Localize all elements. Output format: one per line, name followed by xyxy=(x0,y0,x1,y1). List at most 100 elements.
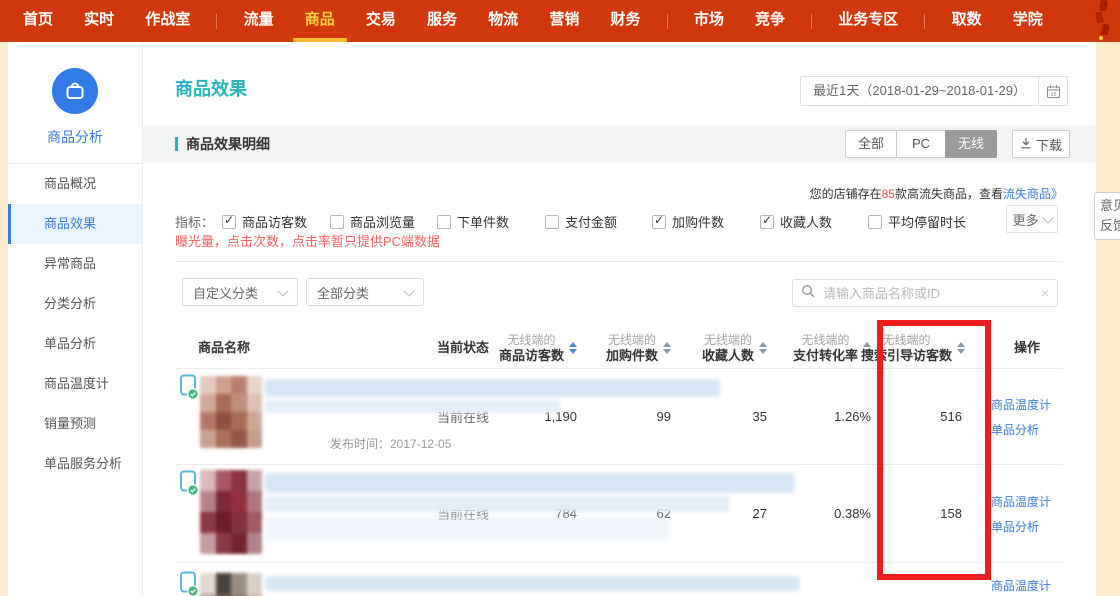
more-metrics-button[interactable]: 更多 xyxy=(1006,205,1058,233)
mobile-online-icon xyxy=(178,374,200,406)
sidebar-item-goods-thermometer[interactable]: 商品温度计 xyxy=(8,364,142,404)
date-range-text: 最近1天（2018-01-29~2018-01-29） xyxy=(801,77,1038,105)
nav-item-service[interactable]: 服务 xyxy=(422,0,462,42)
svg-text:15: 15 xyxy=(1050,92,1056,98)
feedback-tab[interactable]: 意见反馈 xyxy=(1094,192,1120,240)
clear-search-icon[interactable]: × xyxy=(1041,285,1049,301)
checkbox-unchecked-icon[interactable] xyxy=(868,215,882,229)
col-header-cart-items[interactable]: 无线端的加购件数 xyxy=(595,328,685,368)
nav-item-logistics[interactable]: 物流 xyxy=(483,0,523,42)
metric-checkbox-cart-items[interactable]: 加购件数 xyxy=(652,212,724,231)
single-item-analysis-link[interactable]: 单品分析 xyxy=(991,518,1039,535)
col-header-favorites[interactable]: 无线端的收藏人数 xyxy=(685,328,775,368)
metric-label: 下单件数 xyxy=(457,212,509,231)
sidebar-group-label[interactable]: 商品分析 xyxy=(8,127,142,147)
nav-item-realtime[interactable]: 实时 xyxy=(79,0,119,42)
metrics-row: 指标： 商品访客数 商品浏览量 下单件数 支付金额 加购件数 收藏人数 平均停留… xyxy=(143,205,1096,233)
nav-item-marketing[interactable]: 营销 xyxy=(544,0,584,42)
nav-item-market[interactable]: 市场 xyxy=(689,0,729,42)
top-nav: 首页 实时 作战室 流量 商品 交易 服务 物流 营销 财务 市场 竞争 业务专… xyxy=(0,0,1120,42)
col-header-label: 收藏人数 xyxy=(702,348,754,363)
metric-checkbox-favorites[interactable]: 收藏人数 xyxy=(760,212,832,231)
notice-count: 85 xyxy=(882,187,895,201)
main-content: 商品效果 最近1天（2018-01-29~2018-01-29） 15 商品效果… xyxy=(143,42,1096,596)
download-button[interactable]: 下载 xyxy=(1012,130,1070,158)
col-header-search-guided-visitors[interactable]: 无线端的搜索引导访客数 xyxy=(875,328,991,368)
sidebar-item-goods-overview[interactable]: 商品概况 xyxy=(8,164,142,204)
operations-cell: 商品温度计 单品分析 xyxy=(991,493,1063,535)
cart-items-value: 99 xyxy=(595,409,685,424)
sidebar-item-single-item-analysis[interactable]: 单品分析 xyxy=(8,324,142,364)
tab-wireless[interactable]: 无线 xyxy=(945,130,997,158)
sidebar-item-sales-forecast[interactable]: 销量预测 xyxy=(8,404,142,444)
col-header-operations: 操作 xyxy=(991,328,1063,368)
checkbox-unchecked-icon[interactable] xyxy=(437,215,451,229)
nav-item-trade[interactable]: 交易 xyxy=(361,0,401,42)
sidebar-item-abnormal-goods[interactable]: 异常商品 xyxy=(8,244,142,284)
checkbox-unchecked-icon[interactable] xyxy=(330,215,344,229)
col-header-visitors[interactable]: 无线端的商品访客数 xyxy=(490,328,595,368)
sidebar-item-single-item-service[interactable]: 单品服务分析 xyxy=(8,444,142,484)
product-image-blurred xyxy=(200,470,262,554)
loss-goods-link[interactable]: 流失商品》 xyxy=(1003,187,1063,201)
metric-checkbox-orders[interactable]: 下单件数 xyxy=(437,212,509,231)
nav-item-goods[interactable]: 商品 xyxy=(300,0,340,42)
sort-icon[interactable] xyxy=(759,342,767,354)
metric-label: 平均停留时长 xyxy=(888,212,966,231)
checkbox-checked-icon[interactable] xyxy=(652,215,666,229)
search-guided-value: 516 xyxy=(875,409,991,424)
nav-item-traffic[interactable]: 流量 xyxy=(239,0,279,42)
calendar-icon[interactable]: 15 xyxy=(1038,77,1067,105)
product-title-blurred xyxy=(265,516,670,542)
metric-checkbox-stay-time[interactable]: 平均停留时长 xyxy=(868,212,966,231)
metric-checkbox-pageviews[interactable]: 商品浏览量 xyxy=(330,212,415,231)
product-title-blurred xyxy=(265,379,720,397)
nav-item-warroom[interactable]: 作战室 xyxy=(140,0,195,42)
divider xyxy=(175,261,1063,262)
product-title-blurred xyxy=(265,496,730,512)
nav-divider xyxy=(216,14,217,29)
product-name-cell[interactable] xyxy=(175,563,425,596)
sort-icon[interactable] xyxy=(569,342,577,354)
sort-icon[interactable] xyxy=(957,342,965,354)
mobile-online-icon xyxy=(178,571,200,596)
date-range-picker[interactable]: 最近1天（2018-01-29~2018-01-29） 15 xyxy=(800,76,1068,106)
sidebar-item-goods-effect[interactable]: 商品效果 xyxy=(8,204,142,244)
search-guided-value: 158 xyxy=(875,506,991,521)
nav-item-competition[interactable]: 竞争 xyxy=(750,0,790,42)
checkbox-checked-icon[interactable] xyxy=(222,215,236,229)
metric-checkbox-pay-amount[interactable]: 支付金额 xyxy=(545,212,617,231)
tab-pc[interactable]: PC xyxy=(896,130,946,158)
checkbox-unchecked-icon[interactable] xyxy=(545,215,559,229)
custom-category-dropdown[interactable]: 自定义分类 xyxy=(182,278,298,306)
product-title-blurred xyxy=(265,473,795,493)
metric-label: 商品浏览量 xyxy=(350,212,415,231)
mobile-online-icon xyxy=(178,470,200,502)
product-name-cell[interactable] xyxy=(175,465,425,562)
col-header-label: 支付转化率 xyxy=(793,348,858,363)
nav-item-finance[interactable]: 财务 xyxy=(606,0,646,42)
metric-checkbox-visitors[interactable]: 商品访客数 xyxy=(222,212,307,231)
nav-item-academy[interactable]: 学院 xyxy=(1008,0,1048,42)
operations-cell: 商品温度计 xyxy=(991,577,1063,594)
checkbox-checked-icon[interactable] xyxy=(760,215,774,229)
bag-icon xyxy=(52,68,98,114)
dropdown-value: 自定义分类 xyxy=(193,283,258,302)
goods-thermometer-link[interactable]: 商品温度计 xyxy=(991,493,1051,510)
product-name-cell[interactable]: 发布时间：2017-12-05 xyxy=(175,369,425,464)
col-header-label: 加购件数 xyxy=(606,348,658,363)
search-input[interactable] xyxy=(821,285,1035,302)
nav-item-data-fetch[interactable]: 取数 xyxy=(947,0,987,42)
nav-item-business-zone[interactable]: 业务专区 xyxy=(833,0,903,42)
sort-icon[interactable] xyxy=(663,342,671,354)
download-icon xyxy=(1020,137,1032,152)
col-header-qualifier: 无线端的 xyxy=(702,333,754,348)
nav-item-home[interactable]: 首页 xyxy=(18,0,58,42)
sidebar-item-category-analysis[interactable]: 分类分析 xyxy=(8,284,142,324)
goods-thermometer-link[interactable]: 商品温度计 xyxy=(991,577,1051,594)
section-bar: 商品效果明细 全部 PC 无线 下载 xyxy=(143,125,1096,163)
single-item-analysis-link[interactable]: 单品分析 xyxy=(991,421,1039,438)
tab-all[interactable]: 全部 xyxy=(845,130,897,158)
goods-thermometer-link[interactable]: 商品温度计 xyxy=(991,396,1051,413)
all-category-dropdown[interactable]: 全部分类 xyxy=(306,278,424,306)
